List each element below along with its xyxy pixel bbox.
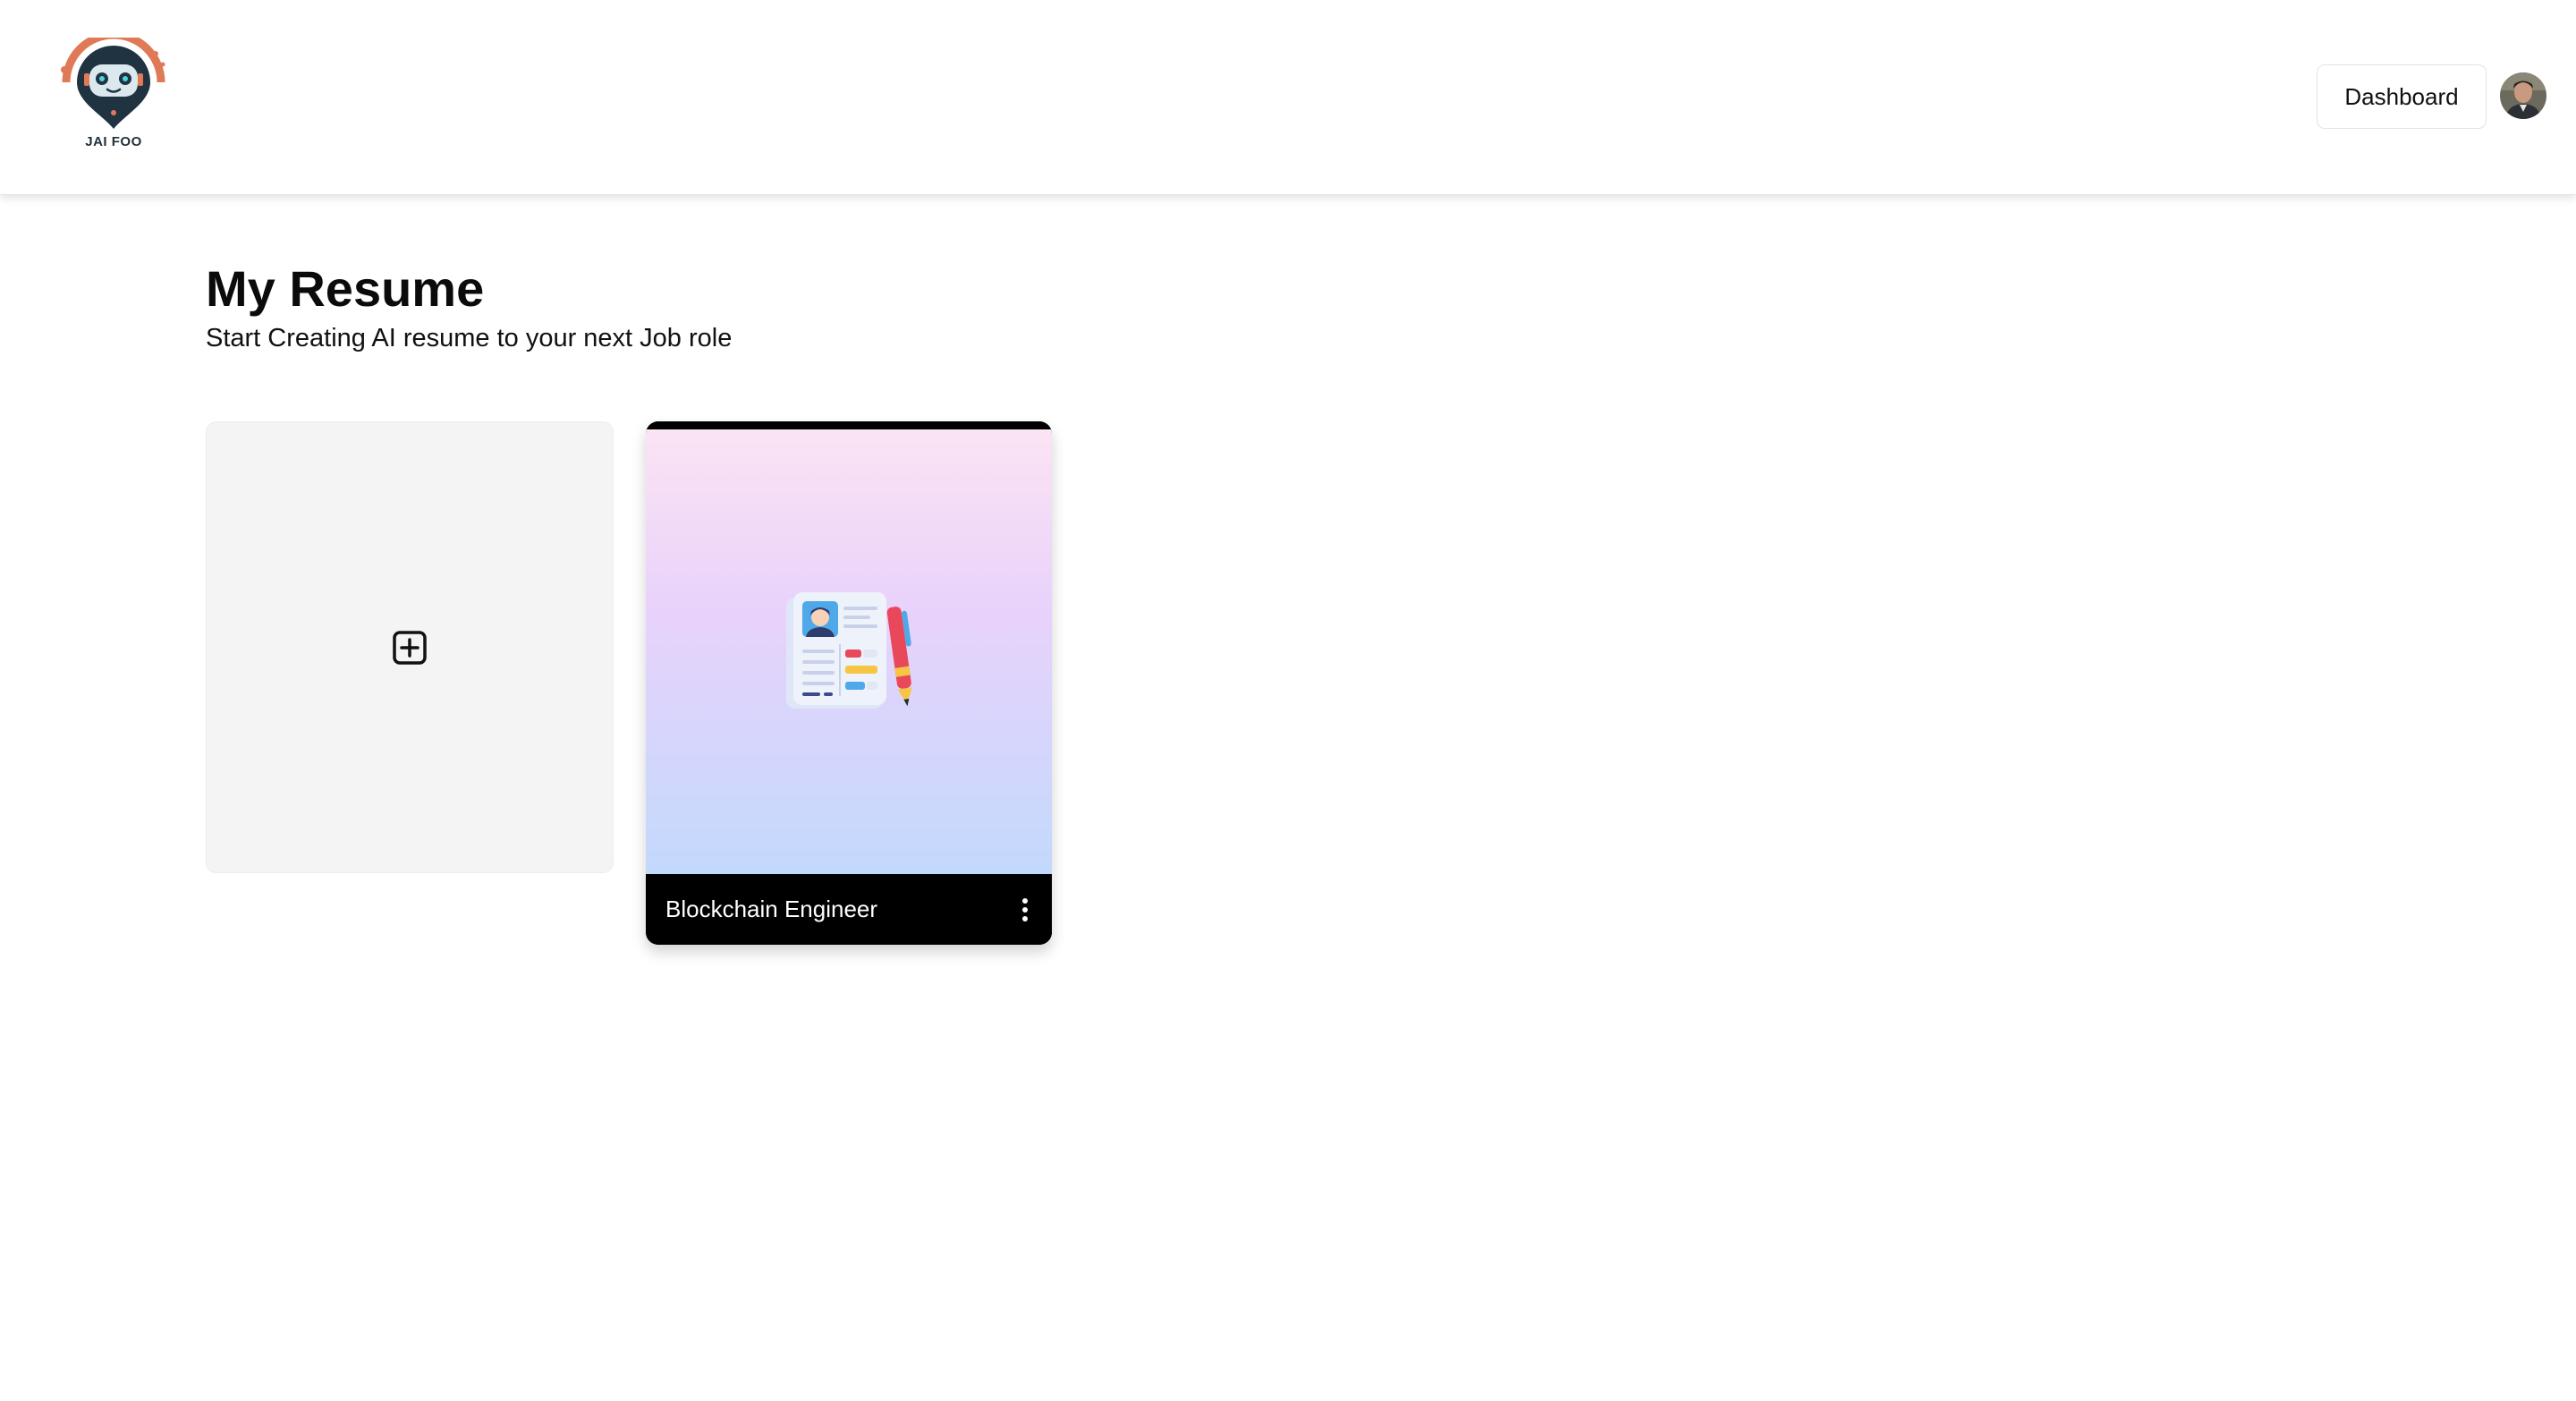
- user-avatar[interactable]: [2500, 72, 2546, 119]
- logo-text: JAI FOO: [85, 134, 142, 149]
- resume-preview[interactable]: [646, 429, 1052, 874]
- more-vertical-icon[interactable]: [1020, 897, 1030, 922]
- add-resume-card[interactable]: [206, 421, 614, 873]
- user-avatar-image: [2500, 72, 2546, 119]
- resume-card[interactable]: Blockchain Engineer: [646, 421, 1052, 945]
- robot-logo-icon: [61, 30, 165, 129]
- resume-title[interactable]: Blockchain Engineer: [665, 874, 877, 945]
- plus-square-icon: [393, 630, 427, 665]
- top-header: JAI FOO Dashboard: [0, 0, 2576, 195]
- page-subtitle: Start Creating AI resume to your next Jo…: [206, 324, 733, 352]
- resume-card-top-border: [646, 421, 1052, 429]
- resume-document-icon: [786, 591, 912, 709]
- dashboard-button[interactable]: Dashboard: [2317, 64, 2487, 129]
- app-logo[interactable]: JAI FOO: [55, 30, 172, 156]
- resume-card-footer: Blockchain Engineer: [646, 874, 1052, 945]
- page-title: My Resume: [206, 260, 485, 317]
